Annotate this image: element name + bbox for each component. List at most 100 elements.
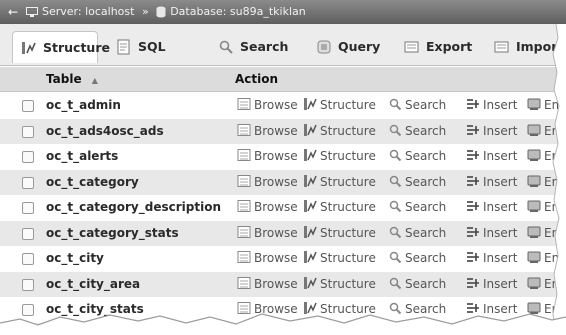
search-icon (389, 149, 402, 162)
action-browse-link[interactable]: Browse (237, 144, 298, 169)
action-browse-link[interactable]: Browse (237, 195, 298, 220)
action-browse-label: Browse (254, 251, 298, 265)
action-search-link[interactable]: Search (388, 195, 446, 220)
action-insert-link[interactable]: Insert (466, 170, 517, 195)
action-search-label: Search (405, 225, 447, 240)
row-checkbox[interactable] (22, 176, 34, 189)
insert-icon (467, 175, 479, 186)
action-search-link[interactable]: Search (388, 246, 446, 271)
action-browse-label: Browse (254, 174, 298, 189)
structure-icon (304, 225, 317, 238)
empty-icon (527, 175, 541, 187)
table-name-link[interactable]: oc_t_alerts (46, 144, 118, 169)
server-icon (26, 6, 38, 17)
row-checkbox[interactable] (22, 227, 34, 240)
action-browse-link[interactable]: Browse (237, 272, 298, 297)
back-arrow-icon[interactable]: ← (8, 0, 18, 24)
server-link[interactable]: Server: localhost (42, 5, 134, 18)
action-search-link[interactable]: Search (388, 221, 446, 246)
action-browse-link[interactable]: Browse (237, 119, 298, 144)
action-structure-label: Structure (320, 98, 376, 112)
browse-icon (237, 276, 251, 289)
row-checkbox[interactable] (22, 100, 34, 112)
row-checkbox[interactable] (22, 151, 34, 163)
action-insert-link[interactable]: Insert (466, 221, 517, 246)
browse-icon (237, 123, 251, 136)
table-row: oc_t_category Browse Structure Search Insert… (0, 169, 566, 195)
insert-icon (467, 124, 479, 135)
action-search-label: Search (405, 276, 447, 291)
insert-icon (467, 150, 479, 160)
tab-structure[interactable]: Structure (12, 31, 110, 63)
empty-icon (527, 124, 541, 136)
empty-icon (527, 277, 541, 289)
tab-export-label: Export (426, 39, 473, 54)
structure-icon (304, 276, 317, 289)
action-insert-link[interactable]: Insert (466, 246, 517, 271)
table-name-link[interactable]: oc_t_ads4osc_ads (46, 119, 164, 144)
browse-icon (237, 251, 251, 263)
export-icon (404, 41, 419, 53)
action-structure-link[interactable]: Structure (303, 170, 376, 195)
action-structure-link[interactable]: Structure (303, 144, 376, 169)
breadcrumb: ← Server: localhost » Database: su89a_tk… (0, 0, 566, 24)
torn-edge-bottom (0, 313, 566, 335)
action-search-label: Search (405, 98, 447, 112)
action-browse-link[interactable]: Browse (237, 246, 298, 271)
action-insert-link[interactable]: Insert (466, 272, 517, 297)
action-structure-label: Structure (320, 174, 376, 189)
action-browse-link[interactable]: Browse (237, 170, 298, 195)
row-checkbox[interactable] (22, 125, 34, 138)
structure-icon (304, 200, 317, 212)
row-checkbox[interactable] (22, 278, 34, 291)
action-browse-link[interactable]: Browse (237, 221, 298, 246)
action-insert-link[interactable]: Insert (466, 195, 517, 220)
action-search-link[interactable]: Search (388, 144, 446, 169)
tab-sql[interactable]: SQL (108, 31, 190, 63)
action-search-label: Search (405, 251, 447, 265)
row-checkbox[interactable] (22, 202, 34, 214)
tab-export[interactable]: Export (396, 31, 484, 63)
column-header-action: Action (235, 72, 279, 86)
action-structure-link[interactable]: Structure (303, 93, 376, 118)
insert-icon (467, 226, 479, 237)
row-checkbox[interactable] (22, 253, 34, 265)
table-name-link[interactable]: oc_t_category (46, 170, 139, 195)
action-insert-link[interactable]: Insert (466, 119, 517, 144)
action-structure-link[interactable]: Structure (303, 272, 376, 297)
structure-icon (304, 98, 317, 110)
action-browse-link[interactable]: Browse (237, 93, 298, 118)
action-search-label: Search (405, 123, 447, 138)
tab-query[interactable]: Query (308, 31, 388, 63)
action-structure-link[interactable]: Structure (303, 119, 376, 144)
table-row: oc_t_city_area Browse Structure Search Inser… (0, 271, 566, 297)
table-name-link[interactable]: oc_t_city (46, 246, 104, 271)
empty-icon (527, 149, 541, 161)
action-insert-link[interactable]: Insert (466, 93, 517, 118)
action-structure-link[interactable]: Structure (303, 221, 376, 246)
action-insert-label: Insert (483, 251, 518, 265)
action-search-link[interactable]: Search (388, 93, 446, 118)
table-name-link[interactable]: oc_t_admin (46, 93, 121, 118)
tab-search[interactable]: Search (210, 31, 296, 63)
search-icon (389, 226, 402, 238)
table-name-link[interactable]: oc_t_category_stats (46, 221, 179, 246)
table-row: oc_t_ads4osc_ads Browse Structure Search Ins… (0, 118, 566, 144)
action-insert-link[interactable]: Insert (466, 144, 517, 169)
action-search-link[interactable]: Search (388, 272, 446, 297)
action-search-link[interactable]: Search (388, 119, 446, 144)
action-structure-label: Structure (320, 276, 376, 291)
action-search-link[interactable]: Search (388, 170, 446, 195)
database-link[interactable]: Database: su89a_tkiklan (170, 5, 306, 18)
action-structure-link[interactable]: Structure (303, 195, 376, 220)
action-structure-label: Structure (320, 251, 376, 265)
column-header-table[interactable]: Table ▲ (46, 67, 98, 93)
table-name-link[interactable]: oc_t_city_area (46, 272, 140, 297)
action-search-label: Search (405, 174, 447, 189)
table-name-link[interactable]: oc_t_category_description (46, 195, 221, 220)
action-structure-link[interactable]: Structure (303, 246, 376, 271)
search-icon (389, 124, 402, 136)
sort-ascending-icon: ▲ (91, 76, 98, 85)
search-icon (389, 98, 402, 111)
action-structure-label: Structure (320, 225, 376, 240)
